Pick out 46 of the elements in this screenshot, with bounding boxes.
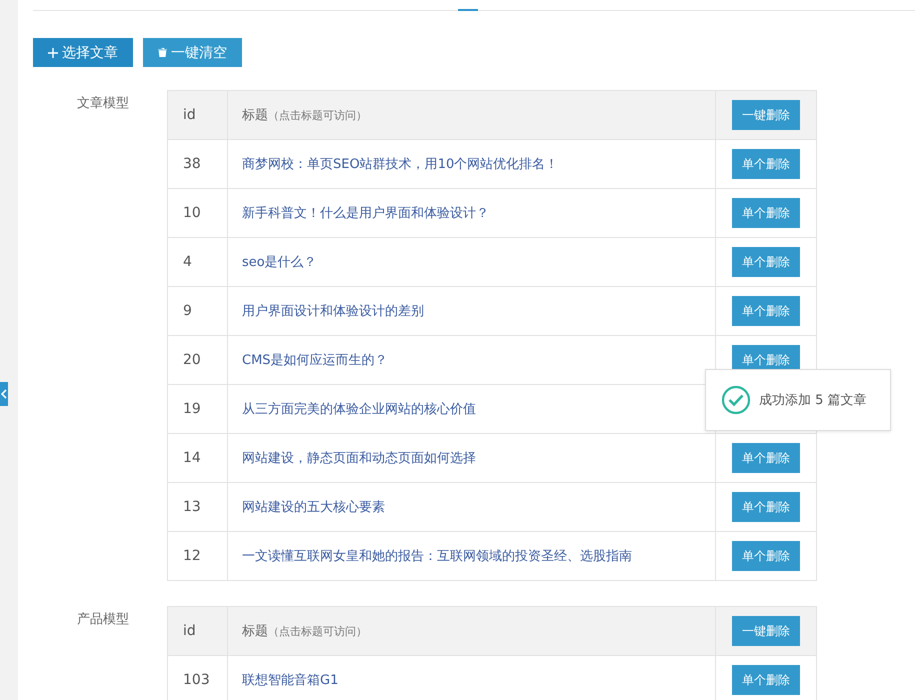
tab-indicator (458, 9, 478, 11)
delete-all-button[interactable]: 一键删除 (732, 100, 800, 130)
column-hint: （点击标题可访问） (268, 625, 367, 638)
section-label: 产品模型 (77, 612, 129, 627)
article-link[interactable]: 网站建设，静态页面和动态页面如何选择 (242, 451, 476, 466)
article-link[interactable]: 网站建设的五大核心要素 (242, 500, 385, 515)
delete-button[interactable]: 单个删除 (732, 541, 800, 571)
id-cell: 9 (168, 286, 228, 336)
article-link[interactable]: 用户界面设计和体验设计的差别 (242, 304, 424, 319)
chevron-left-icon (1, 389, 7, 399)
trash-icon (158, 48, 167, 57)
delete-button[interactable]: 单个删除 (732, 665, 800, 695)
column-hint: （点击标题可访问） (268, 109, 367, 122)
delete-button[interactable]: 单个删除 (732, 149, 800, 179)
id-cell: 38 (168, 140, 228, 188)
id-cell: 13 (168, 482, 228, 532)
select-article-button[interactable]: 选择文章 (33, 38, 133, 67)
id-cell: 20 (168, 336, 228, 384)
article-link[interactable]: 商梦网校：单页SEO站群技术，用10个网站优化排名！ (242, 157, 558, 172)
column-header: 标题 (242, 624, 268, 639)
id-cell: 19 (168, 384, 228, 434)
article-link[interactable]: 新手科普文！什么是用户界面和体验设计？ (242, 206, 489, 221)
column-header: id (168, 606, 228, 656)
delete-all-button[interactable]: 一键删除 (732, 616, 800, 646)
id-cell: 12 (168, 532, 228, 580)
id-cell: 10 (168, 188, 228, 238)
delete-button[interactable]: 单个删除 (732, 296, 800, 326)
delete-button[interactable]: 单个删除 (732, 247, 800, 277)
id-cell: 14 (168, 434, 228, 482)
check-circle-icon (721, 385, 751, 415)
article-link[interactable]: 联想智能音箱G1 (242, 673, 338, 688)
id-cell: 4 (168, 238, 228, 286)
article-link[interactable]: seo是什么？ (242, 255, 317, 270)
column-header: id (168, 90, 228, 140)
plus-icon (48, 48, 58, 58)
id-cell: 103 (168, 656, 228, 700)
delete-button[interactable]: 单个删除 (732, 492, 800, 522)
article-link[interactable]: 从三方面完美的体验企业网站的核心价值 (242, 402, 476, 417)
article-link[interactable]: CMS是如何应运而生的？ (242, 353, 388, 368)
delete-button[interactable]: 单个删除 (732, 443, 800, 473)
section-label: 文章模型 (77, 96, 129, 111)
column-header: 标题 (242, 108, 268, 123)
collapse-tab[interactable] (0, 382, 8, 406)
toast-message: 成功添加 5 篇文章 (759, 392, 867, 409)
clear-all-button[interactable]: 一键清空 (143, 38, 242, 67)
delete-button[interactable]: 单个删除 (732, 198, 800, 228)
